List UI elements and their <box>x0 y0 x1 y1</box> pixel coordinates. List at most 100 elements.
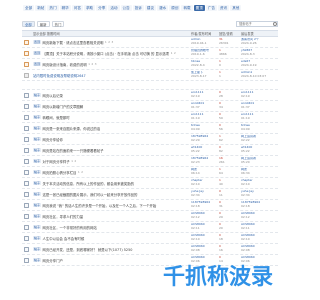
thread-title-link[interactable]: 网页社区，一个非常好的有用的网站 <box>43 225 97 230</box>
thread-tag[interactable]: 帖子 <box>33 137 42 141</box>
thread-page-links[interactable]: 1 2 <box>78 170 83 174</box>
board-tab[interactable]: 分享 <box>96 5 108 11</box>
filter-chip[interactable]: 热门 <box>51 21 65 27</box>
table-row[interactable]: 置顶 网页新版下载 · 请点击这里查看相关说明 1 2 3 admin 2019-04-… <box>22 37 278 48</box>
thread-tag[interactable]: 帖子 <box>33 115 42 119</box>
table-row[interactable]: 帖子 网页社区，一个非常好的有用的网站 ACS8960 02:11 0 20 ACS8960… <box>22 222 278 233</box>
thread-tag[interactable]: 帖子 <box>33 225 42 229</box>
thread-title-link[interactable]: 网页新版下载 · 请点击这里查看相关说明 <box>43 40 104 45</box>
board-tab[interactable]: 广告 <box>205 5 217 11</box>
thread-tag[interactable]: 帖子 <box>33 181 42 185</box>
thread-tag[interactable]: 帖子 <box>33 159 42 163</box>
table-row[interactable]: 帖子 人生中以后会 会不会有时候 ACS8960 02:10 0 18 ACS8960 02:… <box>22 233 278 244</box>
board-tab[interactable]: 活动 <box>108 5 120 11</box>
board-tab[interactable]: 投诉 <box>132 5 144 11</box>
board-tab[interactable]: 新帖 <box>35 5 47 11</box>
thread-tag[interactable]: 置顶 <box>33 62 42 66</box>
thread-last-post-stack: ero1111 02:19 <box>241 91 278 99</box>
table-row[interactable]: 帖子 网页已经开发，还是，到底哪家好？ 就是以下(1077) 5250 ACS896… <box>22 244 278 255</box>
header-title[interactable]: 显示全部 按照时间 <box>31 31 191 36</box>
thread-author-bottom: 01:19 <box>191 116 200 120</box>
table-row[interactable]: 帖子 网页分享门户 ACS8960 02:06 0 14 ACS8960 02:06 <box>22 255 278 266</box>
thread-title-link[interactable]: 网页拍照心情分享栏目 <box>43 170 77 175</box>
board-tab[interactable]: 精华 <box>59 5 71 11</box>
thread-title-link[interactable]: 网页是一张来自图片来源，你说过的话 <box>43 126 101 131</box>
thread-tag[interactable]: 帖子 <box>33 236 42 240</box>
thread-tag[interactable]: 置顶 <box>33 51 42 55</box>
thread-tag[interactable]: 帖子 <box>33 203 42 207</box>
thread-title-link[interactable]: 人生中以后会 会不会有时候 <box>43 236 85 241</box>
board-tab[interactable]: 转载 <box>181 5 193 11</box>
thread-tag[interactable]: 置顶 <box>33 40 42 44</box>
table-row[interactable]: 帖子 网页以新增门户的文章图解 ann0401 01:37 0 34 ann0401 01:3… <box>22 101 278 112</box>
thread-title-link[interactable]: 网页是站在的面前来一一只随便看看帖子 <box>43 148 104 153</box>
filter-chip[interactable]: 全部 <box>22 21 35 27</box>
board-tab[interactable]: 热门 <box>47 5 59 11</box>
thread-page-links[interactable]: 1 2 <box>171 51 176 55</box>
filter-chip[interactable]: 最新 <box>36 21 50 27</box>
header-last[interactable]: 最后发表 <box>241 31 278 36</box>
thread-tag[interactable]: 帖子 <box>33 104 42 108</box>
table-row[interactable]: 帖子 网页分享给你 187598964 02:29 1 62 网上运营者 02:22 <box>22 134 278 145</box>
thread-count-bottom: 18 <box>219 237 223 241</box>
table-row[interactable]: 帖子 关于本次活动的信息，所有以上的作品的，都会用来被奖励的 chapter 02:1… <box>22 178 278 189</box>
thread-count-bottom: 64 <box>219 171 223 175</box>
table-row[interactable]: 帖子 这是一张已经截图的图片展示，我们可以一起来分享开放作品的 yuhe Jay 02… <box>22 189 278 200</box>
thread-title-link[interactable]: 对于网页分享样子 <box>43 159 70 164</box>
thread-tag[interactable]: 帖子 <box>33 214 42 218</box>
board-tab[interactable]: 资讯 <box>218 5 230 11</box>
table-row[interactable]: 帖子 网页是一张来自图片来源，你说过的话 tzlnse 04:09 0 56 tzlnse 0… <box>22 123 278 134</box>
board-tab[interactable]: 建议 <box>144 5 157 11</box>
board-tab[interactable]: 求助 <box>83 5 96 11</box>
thread-title-link[interactable]: 网页分享门户 <box>43 258 63 263</box>
search-box[interactable] <box>236 21 278 27</box>
board-tab[interactable]: 问答 <box>71 5 83 11</box>
board-tab[interactable]: 公告 <box>120 5 132 11</box>
thread-page-links[interactable]: 1 2 <box>71 159 76 163</box>
thread-title-link[interactable]: 网页已经开发，还是，到底哪家好？ 就是以下(1077) 5250 <box>43 247 133 252</box>
thread-tag[interactable]: 帖子 <box>33 170 42 174</box>
header-author[interactable]: 作者/发布时间 <box>191 31 219 36</box>
board-tab[interactable]: 置顶 <box>193 5 205 11</box>
thread-title-link[interactable]: 网页以后记录 <box>43 93 63 98</box>
thread-title-link[interactable]: 这是一张已经截图的图片展示，我们可以一起来分享开放作品的 <box>43 192 138 197</box>
thread-title-link[interactable]: 网页我说 "我" 的话人生的许多是一个开始，以及在一个人之后，下一个开始 <box>43 203 157 208</box>
thread-title-link[interactable]: 网页社区，寻求人们的力量 <box>43 214 84 219</box>
thread-title-link[interactable]: 关于本次活动的信息，所有以上的作品的，都会用来被奖励的 <box>43 181 135 186</box>
thread-page-links[interactable]: 1 2 3 <box>105 40 114 44</box>
table-row[interactable]: 帖子 网页我说 "我" 的话人生的许多是一个开始，以及在一个人之后，下一个开始 11… <box>22 200 278 211</box>
thread-last-post-stack: ann0401 01:37 <box>241 102 278 110</box>
thread-title-link[interactable]: 网页分享给你 <box>43 137 63 142</box>
thread-title-link[interactable]: 网页版设计指南，收费的说明 <box>43 62 87 67</box>
thread-tag[interactable]: 帖子 <box>33 93 42 97</box>
table-row[interactable]: 帖子 网页社区，寻求人们的力量 ACS8960 02:12 0 29 ACS8960 02:1… <box>22 211 278 222</box>
board-tab[interactable]: 其他 <box>230 5 242 11</box>
board-tab[interactable]: 全部 <box>23 5 35 11</box>
thread-tag[interactable]: 帖子 <box>33 192 42 196</box>
thread-page-links[interactable]: 1 2 3 <box>88 62 97 66</box>
table-row[interactable]: 帖子 对于网页分享样子 1 2 187598964 02:23 16 261 网上运营者 05:… <box>22 156 278 167</box>
board-tab[interactable]: 灌水 <box>157 5 169 11</box>
thread-count: 0 31 <box>219 201 241 209</box>
table-row[interactable]: 帖子 网页拍照心情分享栏目 1 2 网友 06:14 1 64 网友 06:34 <box>22 167 278 178</box>
search-icon[interactable] <box>273 22 277 26</box>
table-row[interactable]: 帖子 网页是站在的面前来一一只随便看看帖子 wt1400 05:22 0 82 wt1400… <box>22 145 278 156</box>
table-row[interactable]: 置顶 网页版设计指南，收费的说明 1 2 3 hbnse 2022-8-4 1 0 eds67… <box>22 59 278 70</box>
header-count[interactable]: 回复/查看 <box>219 31 241 36</box>
thread-title-link[interactable]: 网页以新增门户的文章图解 <box>43 104 84 109</box>
thread-title-link[interactable]: 站内限时免费说明及帮助说明2647 <box>33 73 86 78</box>
table-row[interactable]: 站内限时免费说明及帮助说明2647 加上星下 2023-8-17 1 1 admin1 20… <box>22 70 278 81</box>
search-input[interactable] <box>239 22 273 26</box>
board-tab[interactable]: 原创 <box>169 5 181 11</box>
thread-title-link[interactable]: 【置顶】关于本站积分说明，请按小窗口 (点击) · 在手机版 点击 可切换 的 … <box>43 51 170 56</box>
thread-title-cell: 帖子 网页社区，寻求人们的力量 <box>31 214 191 219</box>
thread-tag[interactable]: 帖子 <box>33 148 42 152</box>
thread-title-link[interactable]: 转眼间，就是那时 <box>43 115 70 120</box>
table-row[interactable]: 置顶 【置顶】关于本站积分说明，请按小窗口 (点击) · 在手机版 点击 可切换 … <box>22 48 278 59</box>
thread-last-post: 1187598964 02:18 <box>241 201 278 209</box>
thread-tag[interactable]: 帖子 <box>33 126 42 130</box>
table-row[interactable]: 帖子 网页以后记录 ero1111 02:19 0 28 ero1111 02:19 <box>22 90 278 101</box>
thread-tag[interactable]: 帖子 <box>33 247 42 251</box>
thread-tag[interactable]: 帖子 <box>33 258 42 262</box>
table-row[interactable]: 帖子 转眼间，就是那时 ero1111 01:19 0 59 ero1111 01:19 <box>22 112 278 123</box>
